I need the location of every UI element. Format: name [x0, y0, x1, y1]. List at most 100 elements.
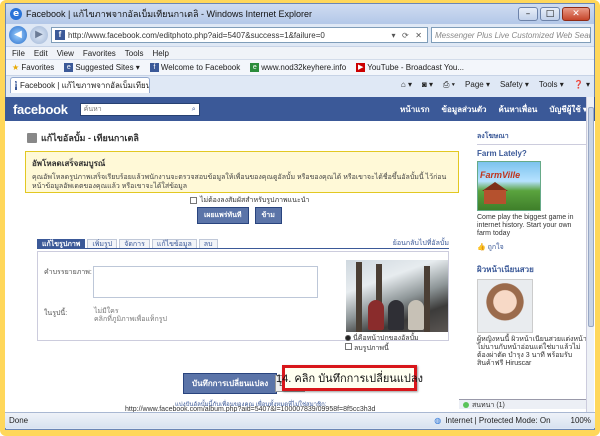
ie-logo-icon: e [10, 8, 22, 20]
feeds-icon[interactable]: ◙ ▾ [422, 80, 433, 90]
facebook-logo[interactable]: facebook [13, 102, 68, 117]
tab-organize[interactable]: จัดการ [119, 239, 150, 248]
fav-youtube[interactable]: ▶ YouTube - Broadcast You... [356, 63, 464, 73]
page-icon: e [250, 63, 260, 73]
search-input[interactable]: Messenger Plus Live Customized Web Searc… [431, 27, 591, 43]
skip-checkbox[interactable] [190, 197, 197, 204]
print-icon[interactable]: ⎙ ▾ [443, 80, 455, 90]
tab-row: f Facebook | แก้ไขภาพจากอัลเบ็มเทียนกาเต… [6, 75, 594, 93]
skip-button[interactable]: ข้าม [254, 207, 282, 224]
menu-favorites[interactable]: Favorites [83, 49, 116, 58]
title-bar: e Facebook | แก้ไขภาพจากอัลเบ็มเทียนกาเต… [6, 4, 594, 24]
menu-edit[interactable]: Edit [34, 49, 48, 58]
browser-tab[interactable]: f Facebook | แก้ไขภาพจากอัลเบ็มเทียนกาเต… [10, 77, 150, 93]
close-button[interactable]: ✕ [562, 7, 590, 21]
menu-view[interactable]: View [57, 49, 74, 58]
edit-tabs: แก้ไขรูปภาพ เพิ่มรูป จัดการ แก้ไขข้อมูล … [37, 239, 449, 249]
menu-file[interactable]: File [12, 49, 25, 58]
person [388, 300, 404, 330]
skincare-ad-image[interactable] [477, 279, 533, 333]
skip-checkbox-row[interactable]: ไม่ต้องลงสัมผัสสำหรับรูปภาพแนะนำ [190, 195, 309, 206]
menu-bar: File Edit View Favorites Tools Help [6, 46, 594, 59]
nav-profile[interactable]: ข้อมูลส่วนตัว [442, 103, 487, 116]
home-icon[interactable]: ⌂ ▾ [401, 80, 412, 90]
publish-actions: เผยแพร่ทันที ข้าม [197, 207, 282, 224]
caption-label: คำบรรยายภาพ: [44, 269, 92, 276]
album-cover-radio[interactable]: นี่คือหน้าปกของอัลบั้ม [345, 334, 419, 343]
help-menu[interactable]: ❓ ▾ [574, 80, 590, 90]
zoom-level[interactable]: 100% [571, 416, 591, 425]
nav-home[interactable]: หน้าแรก [400, 103, 430, 116]
tag-label: ในรูปนี้: [44, 310, 68, 317]
tab-edit-info[interactable]: แก้ไขข้อมูล [151, 239, 197, 248]
photo-thumbnail[interactable] [346, 260, 448, 332]
address-row: ◀ ▶ f http://www.facebook.com/editphoto.… [6, 24, 594, 46]
instruction-callout: 14. คลิก บันทึกการเปลี่ยนแปลง [276, 365, 423, 391]
facebook-icon: f [149, 63, 159, 73]
facebook-favicon-icon: f [15, 81, 17, 90]
fb-search-input[interactable]: ค้นหา ⌕ [79, 102, 200, 116]
ad2-title[interactable]: ผิวหน้าเนียนสวย [477, 263, 587, 276]
favorites-bar: ★ Favorites e Suggested Sites ▾ f Welcome … [6, 59, 594, 75]
page-menu[interactable]: Page ▾ [465, 80, 490, 90]
favorites-button[interactable]: ★ Favorites [12, 63, 54, 72]
star-icon: ★ [12, 63, 20, 72]
ad1-like[interactable]: 👍 ถูกใจ [477, 242, 587, 253]
page-title: แก้ไขอัลบั้ม - เทียนกาเตลิ [27, 131, 139, 145]
upload-success-notice: อัพโหลดเสร็จสมบูรณ์ คุณอัพโหลดรูปภาพเสร็… [25, 151, 459, 193]
menu-tools[interactable]: Tools [125, 49, 144, 58]
ie-page-icon: e [64, 63, 74, 73]
ad1-title[interactable]: Farm Lately? [477, 149, 587, 158]
notice-title: อัพโหลดเสร็จสมบูรณ์ [32, 159, 106, 168]
tools-menu[interactable]: Tools ▾ [539, 80, 564, 90]
address-controls[interactable]: ▾ ⟳ ✕ [391, 31, 424, 40]
command-bar: ⌂ ▾ ◙ ▾ ⎙ ▾ Page ▾ Safety ▾ Tools ▾ ❓ ▾ [401, 80, 590, 93]
tab-delete[interactable]: ลบ [198, 239, 218, 248]
back-to-album-link[interactable]: ย้อนกลับไปที่อัลบั้ม [393, 239, 449, 248]
status-text: Done [9, 416, 29, 425]
photo-options: นี่คือหน้าปกของอัลบั้ม ลบรูปภาพนี้ [345, 334, 419, 353]
ads-sidebar: ลงโฆษณา Farm Lately? FarmVille Come play… [477, 131, 587, 368]
window-title: Facebook | แก้ไขภาพจากอัลเบ็มเทียนกาเตลิ… [26, 9, 313, 19]
scrollbar[interactable] [586, 97, 594, 413]
ad1-body: Come play the biggest game in internet h… [477, 214, 574, 237]
chat-bar[interactable]: สนทนา (1) [459, 399, 589, 409]
online-icon [463, 402, 469, 409]
farmville-ad-image[interactable]: FarmVille [477, 161, 541, 211]
tab-edit-photos[interactable]: แก้ไขรูปภาพ [37, 239, 86, 248]
tag-info: ไม่มีใคร คลิกที่ภูมิภาพเพื่อแท็กรูป [94, 308, 167, 323]
photos-icon [27, 133, 37, 143]
scrollbar-thumb[interactable] [588, 107, 594, 327]
publish-button[interactable]: เผยแพร่ทันที [197, 207, 249, 224]
person [408, 300, 424, 330]
fav-welcome-facebook[interactable]: f Welcome to Facebook [149, 63, 240, 73]
maximize-button[interactable]: □ [540, 7, 560, 21]
radio-checked[interactable] [345, 335, 351, 342]
facebook-favicon-icon: f [55, 30, 65, 40]
photo-editor: คำบรรยายภาพ: ในรูปนี้: ไม่มีใคร คลิกที่ภ… [37, 251, 449, 341]
ads-header[interactable]: ลงโฆษณา [477, 131, 587, 145]
menu-help[interactable]: Help [152, 49, 168, 58]
back-button[interactable]: ◀ [9, 26, 27, 44]
save-changes-button[interactable]: บันทึกการเปลี่ยนแปลง [183, 373, 278, 394]
tab-add-photos[interactable]: เพิ่มรูป [87, 239, 118, 248]
minimize-button[interactable]: – [518, 7, 538, 21]
nav-find-friends[interactable]: ค้นหาเพื่อน [499, 103, 538, 116]
fb-nav: หน้าแรก ข้อมูลส่วนตัว ค้นหาเพื่อน บัญชีผ… [400, 103, 587, 116]
checkbox[interactable] [345, 343, 352, 350]
globe-icon: ◍ [434, 416, 442, 425]
safety-menu[interactable]: Safety ▾ [500, 80, 529, 90]
fav-suggested-sites[interactable]: e Suggested Sites ▾ [64, 63, 140, 73]
security-zone[interactable]: ◍ Internet | Protected Mode: On 100% [434, 416, 591, 425]
status-bar: Done ◍ Internet | Protected Mode: On 100… [5, 412, 595, 428]
notice-body: คุณอัพโหลดรูปภาพเสร็จเรียบร้อยแล้วพนักงา… [32, 174, 447, 190]
nav-account[interactable]: บัญชีผู้ใช้ ▾ [549, 103, 587, 116]
fav-nod32[interactable]: e www.nod32keyhere.info [250, 63, 346, 73]
address-bar[interactable]: f http://www.facebook.com/editphoto.php?… [51, 27, 428, 43]
caption-input[interactable] [93, 266, 318, 298]
search-icon[interactable]: ⌕ [192, 105, 196, 114]
delete-photo-checkbox[interactable]: ลบรูปภาพนี้ [345, 343, 419, 353]
search-placeholder: Messenger Plus Live Customized Web Searc… [435, 30, 591, 40]
forward-button[interactable]: ▶ [30, 26, 48, 44]
youtube-icon: ▶ [356, 63, 366, 73]
